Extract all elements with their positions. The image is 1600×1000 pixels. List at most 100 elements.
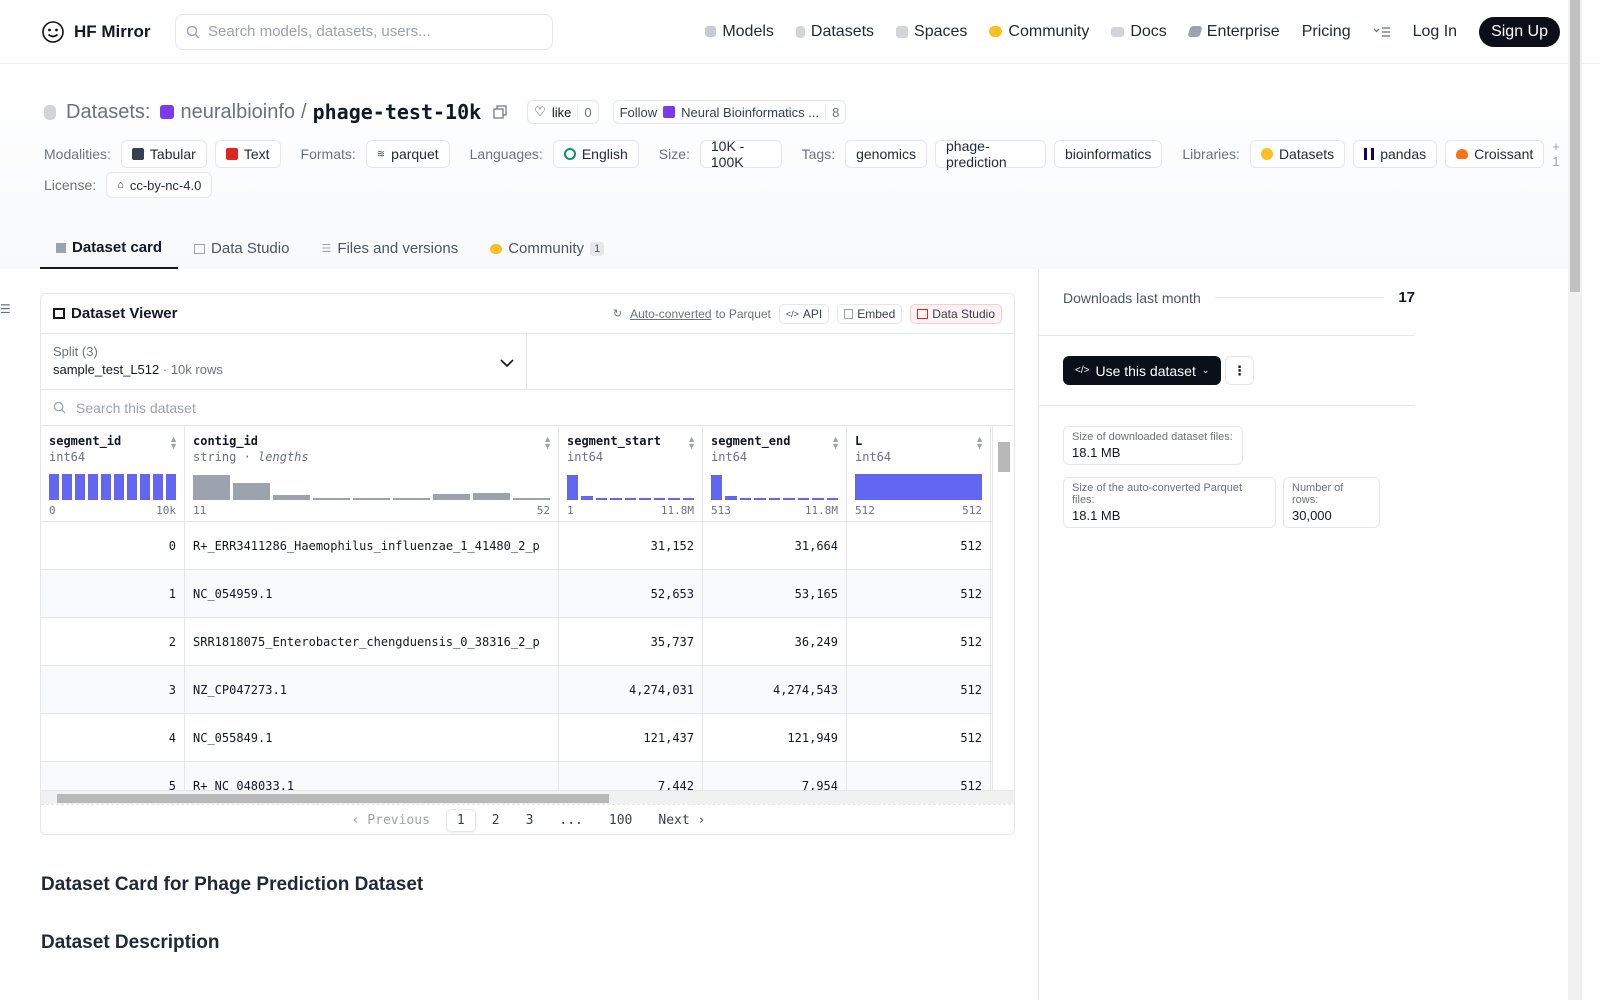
column-header-segment-end[interactable]: segment_end int64 ▲ ▼ 513 11.8M (703, 426, 847, 522)
table-cell[interactable]: 4,274,543 (703, 666, 847, 714)
table-cell[interactable]: R+_ERR3411286_Haemophilus_influenzae_1_4… (185, 522, 559, 570)
histogram-bar[interactable] (62, 474, 72, 500)
table-cell[interactable]: NC_054959.1 (185, 570, 559, 618)
chip-croissant[interactable]: Croissant (1445, 140, 1545, 168)
chip-text[interactable]: Text (214, 140, 281, 168)
histogram-bar[interactable] (826, 498, 838, 500)
table-cell[interactable]: 4,274,031 (559, 666, 703, 714)
dataset-search-input[interactable]: Search this dataset (41, 390, 1014, 426)
histogram-bar[interactable] (768, 498, 781, 500)
histogram-bar[interactable] (739, 497, 752, 500)
histogram-bar[interactable] (153, 474, 163, 500)
grid-horizontal-scrollbar[interactable] (41, 790, 1014, 804)
histogram-bar[interactable] (166, 474, 176, 500)
sort-icon[interactable]: ▲ ▼ (975, 435, 984, 451)
histogram-bar[interactable] (127, 474, 137, 500)
table-cell[interactable]: 2 (41, 618, 185, 666)
histogram-bar[interactable] (610, 498, 622, 500)
nav-spaces[interactable]: Spaces (896, 23, 967, 41)
histogram-bar[interactable] (624, 498, 637, 500)
page-1[interactable]: 1 (445, 809, 476, 832)
repo-name[interactable]: phage-test-10k (313, 100, 482, 124)
table-cell[interactable]: 1 (41, 570, 185, 618)
nav-pricing[interactable]: Pricing (1302, 23, 1351, 41)
more-menu-icon[interactable] (1373, 26, 1391, 38)
table-cell[interactable]: NZ_CP047273.1 (185, 666, 559, 714)
nav-datasets[interactable]: Datasets (795, 23, 874, 41)
histogram-bar[interactable] (639, 498, 651, 500)
chip-size[interactable]: 10K - 100K (699, 138, 782, 170)
histogram-bar[interactable] (88, 474, 98, 500)
auto-converted-link[interactable]: Auto-converted (630, 307, 711, 321)
histogram-bar[interactable] (353, 497, 390, 500)
table-row[interactable]: 0 R+_ERR3411286_Haemophilus_influenzae_1_… (41, 522, 992, 570)
column-header-contig-id[interactable]: contig_id string · lengths ▲ ▼ 11 52 (185, 426, 559, 522)
table-row[interactable]: 1 NC_054959.1 52,653 53,165 512 (41, 570, 992, 618)
page-3[interactable]: 3 (516, 810, 544, 831)
histogram-bar[interactable] (783, 498, 795, 500)
histogram-bar[interactable] (193, 475, 230, 500)
histogram-bar[interactable] (75, 474, 85, 500)
follow-button[interactable]: Follow Neural Bioinformatics ... 8 (612, 100, 847, 124)
signup-button[interactable]: Sign Up (1479, 16, 1560, 47)
api-button[interactable]: </> API (778, 303, 830, 324)
histogram-bar[interactable] (101, 474, 111, 500)
histogram-bar[interactable] (49, 474, 59, 500)
histogram-bar[interactable] (140, 474, 150, 500)
table-cell[interactable]: 7,442 (559, 762, 703, 790)
histogram-bar[interactable] (393, 497, 430, 500)
column-header-segment-id[interactable]: segment_id int64 ▲ ▼ 0 10k (41, 426, 185, 522)
table-cell[interactable]: 512 (847, 762, 991, 790)
brand[interactable]: HF Mirror (40, 19, 175, 45)
table-cell[interactable]: 4 (41, 714, 185, 762)
histogram-bar[interactable] (473, 492, 510, 500)
libraries-more[interactable]: + 1 (1552, 139, 1568, 169)
data-studio-button[interactable]: Data Studio (910, 303, 1002, 324)
histogram-bar[interactable] (797, 498, 810, 500)
nav-community[interactable]: Community (989, 23, 1089, 41)
histogram-bar[interactable] (595, 497, 608, 500)
like-button[interactable]: ♡ like 0 (527, 100, 599, 124)
use-dataset-button[interactable]: </> Use this dataset ⌄ (1063, 356, 1222, 385)
prev-page[interactable]: ‹ Previous (342, 810, 440, 831)
split-select[interactable]: Split (3) sample_test_L512 · 10k rows (41, 334, 527, 389)
histogram-bar[interactable] (581, 496, 593, 500)
table-cell[interactable]: 121,949 (703, 714, 847, 762)
histogram-bar[interactable] (682, 498, 694, 500)
histogram-bar[interactable] (668, 498, 680, 500)
table-cell[interactable]: R+_NC_048033.1 (185, 762, 559, 790)
table-cell[interactable]: 3 (41, 666, 185, 714)
table-cell[interactable]: 512 (847, 570, 991, 618)
histogram-bar[interactable] (567, 475, 579, 500)
histogram-bar[interactable] (725, 496, 737, 500)
table-cell[interactable]: 52,653 (559, 570, 703, 618)
table-cell[interactable]: SRR1818075_Enterobacter_chengduensis_0_3… (185, 618, 559, 666)
sort-icon[interactable]: ▲ ▼ (169, 435, 178, 451)
chip-tabular[interactable]: Tabular (120, 140, 207, 168)
histogram-bar[interactable] (855, 474, 982, 500)
datasets-prefix[interactable]: Datasets: (66, 101, 150, 124)
copy-icon[interactable] (493, 105, 507, 119)
histogram-bar[interactable] (812, 498, 824, 500)
nav-models[interactable]: Models (705, 23, 774, 41)
chip-english[interactable]: English (552, 140, 639, 168)
sort-icon[interactable]: ▲ ▼ (831, 435, 840, 451)
sort-icon[interactable]: ▲ ▼ (543, 435, 552, 451)
more-options-button[interactable]: ⋮ (1225, 356, 1254, 385)
table-cell[interactable]: 35,737 (559, 618, 703, 666)
sort-icon[interactable]: ▲ ▼ (687, 435, 696, 451)
table-cell[interactable]: 53,165 (703, 570, 847, 618)
grid-vertical-scrollbar[interactable] (992, 426, 1014, 790)
histogram-bar[interactable] (114, 474, 124, 500)
table-cell[interactable]: 31,664 (703, 522, 847, 570)
search-input[interactable]: Search models, datasets, users... (175, 13, 553, 50)
chip-tag-bioinformatics[interactable]: bioinformatics (1053, 140, 1163, 168)
table-cell[interactable]: 512 (847, 618, 991, 666)
table-cell[interactable]: 5 (41, 762, 185, 790)
nav-docs[interactable]: Docs (1111, 23, 1167, 41)
next-page[interactable]: Next › (648, 810, 715, 831)
histogram-bar[interactable] (711, 475, 723, 500)
tab-dataset-card[interactable]: Dataset card (40, 228, 179, 269)
login-link[interactable]: Log In (1413, 23, 1457, 41)
page-scrollbar[interactable] (1568, 0, 1582, 1000)
